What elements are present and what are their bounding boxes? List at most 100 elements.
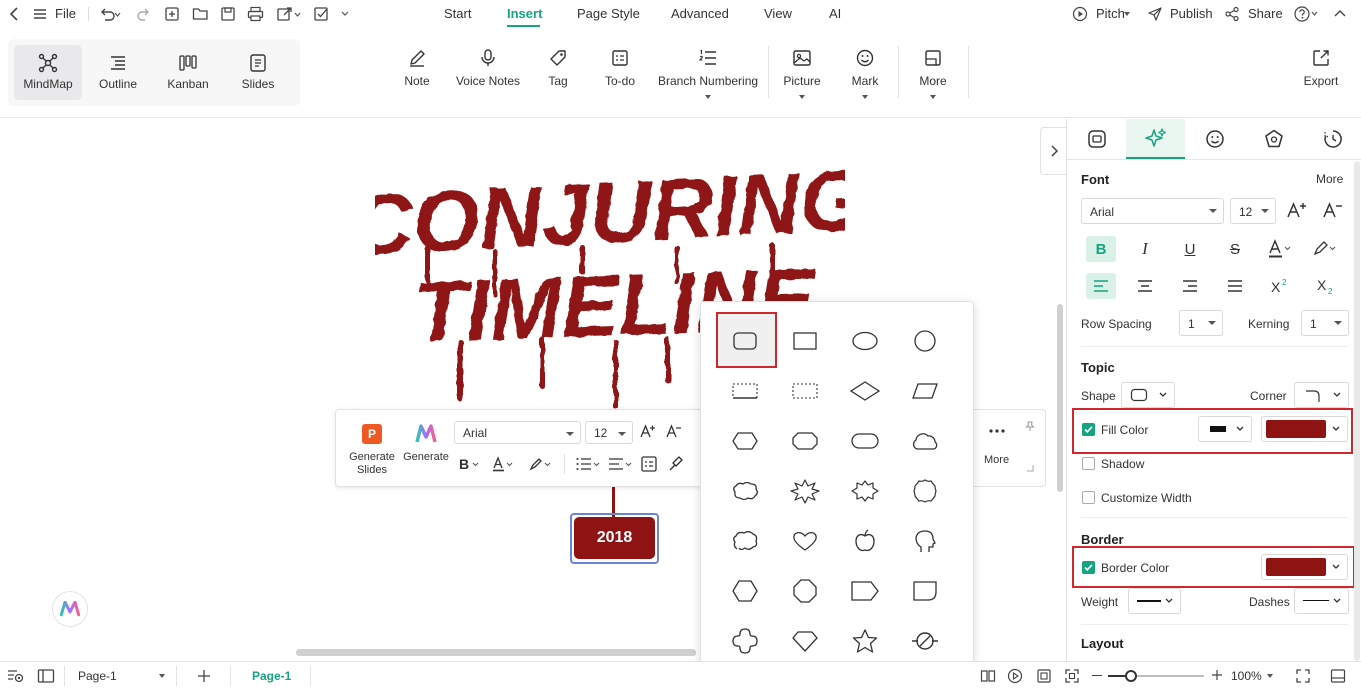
increase-font-size-icon[interactable] bbox=[1287, 201, 1307, 219]
help-icon[interactable] bbox=[1293, 5, 1319, 23]
generate-slides-button[interactable]: P Generate Slides bbox=[344, 424, 400, 477]
italic-button[interactable]: I bbox=[1130, 236, 1160, 262]
shape-cloud[interactable] bbox=[895, 417, 955, 465]
shape-hexagon-wide[interactable] bbox=[715, 417, 775, 465]
zoom-level[interactable]: 100% bbox=[1231, 669, 1262, 683]
tab-start[interactable]: Start bbox=[444, 6, 471, 21]
fullscreen-icon[interactable] bbox=[1295, 668, 1311, 684]
map-overview-icon[interactable] bbox=[7, 668, 25, 684]
hamburger-menu-icon[interactable] bbox=[33, 7, 47, 21]
undo-icon[interactable] bbox=[99, 6, 121, 22]
fill-color-select[interactable] bbox=[1261, 416, 1348, 442]
font-color-icon[interactable] bbox=[492, 456, 516, 472]
publish-icon[interactable] bbox=[1147, 6, 1163, 22]
shape-cross-rounded[interactable] bbox=[715, 617, 775, 665]
mark-caret[interactable] bbox=[862, 95, 868, 99]
panel-tab-format[interactable] bbox=[1126, 119, 1185, 159]
note-button[interactable]: Note bbox=[397, 48, 437, 88]
collapse-ribbon-icon[interactable] bbox=[1333, 7, 1347, 19]
decrease-font-size-icon[interactable] bbox=[1323, 201, 1343, 219]
border-dashes-select[interactable] bbox=[1294, 588, 1349, 614]
new-file-icon[interactable] bbox=[164, 6, 180, 22]
panel-tab-style[interactable] bbox=[1067, 119, 1126, 159]
shape-capsule[interactable] bbox=[835, 417, 895, 465]
share-button[interactable]: Share bbox=[1248, 6, 1283, 21]
back-icon[interactable] bbox=[8, 6, 22, 22]
add-page-icon[interactable] bbox=[196, 668, 212, 684]
border-weight-select[interactable] bbox=[1128, 588, 1181, 614]
corner-select[interactable] bbox=[1294, 382, 1349, 408]
shape-head[interactable] bbox=[895, 517, 955, 565]
row-spacing-select[interactable]: 1 bbox=[1179, 310, 1223, 336]
pin-icon[interactable] bbox=[1024, 420, 1036, 432]
more-caret[interactable] bbox=[930, 95, 936, 99]
voice-notes-button[interactable]: Voice Notes bbox=[455, 48, 521, 88]
file-menu[interactable]: File bbox=[55, 6, 76, 21]
shape-apple[interactable] bbox=[835, 517, 895, 565]
shadow-checkbox[interactable] bbox=[1082, 457, 1095, 470]
tab-insert[interactable]: Insert bbox=[507, 6, 542, 21]
fill-pattern-select[interactable] bbox=[1198, 416, 1252, 442]
tag-button[interactable]: Tag bbox=[540, 48, 576, 88]
panel-scrollbar[interactable] bbox=[1354, 161, 1360, 661]
align-right-button[interactable] bbox=[1175, 273, 1205, 299]
panel-tab-history[interactable] bbox=[1303, 119, 1361, 159]
branch-numbering-caret[interactable] bbox=[705, 95, 711, 99]
float-more-label[interactable]: More bbox=[984, 454, 1009, 466]
subscript-button[interactable]: X2 bbox=[1311, 273, 1341, 299]
branch-numbering-button[interactable]: Branch Numbering bbox=[658, 48, 758, 99]
tab-advanced[interactable]: Advanced bbox=[671, 6, 729, 21]
ai-assistant-logo-icon[interactable] bbox=[52, 591, 88, 627]
fit-page-icon[interactable] bbox=[1036, 668, 1052, 684]
zoom-slider-thumb[interactable] bbox=[1125, 670, 1137, 682]
shape-brain-cloud[interactable] bbox=[715, 517, 775, 565]
decrease-font-icon[interactable] bbox=[666, 423, 682, 439]
vertical-scrollbar[interactable] bbox=[1057, 304, 1063, 492]
shape-octagon[interactable] bbox=[775, 567, 835, 615]
font-family-select[interactable]: Arial bbox=[1081, 198, 1224, 224]
redo-icon[interactable] bbox=[137, 6, 151, 22]
horizontal-scrollbar[interactable] bbox=[296, 649, 696, 656]
panel-expand-chevron-icon[interactable] bbox=[1040, 127, 1066, 175]
shape-none[interactable] bbox=[895, 617, 955, 665]
topic-node-2018[interactable]: 2018 bbox=[574, 517, 655, 559]
shape-rounded-rectangle[interactable] bbox=[715, 317, 775, 365]
tab-view[interactable]: View bbox=[764, 6, 792, 21]
list-style-icon[interactable] bbox=[575, 456, 601, 472]
page-tab-active[interactable]: Page-1 bbox=[252, 669, 291, 683]
page-select[interactable]: Page-1 bbox=[70, 664, 173, 688]
generate-button[interactable]: Generate bbox=[400, 424, 452, 463]
customize-width-checkbox[interactable] bbox=[1082, 491, 1095, 504]
tab-ai[interactable]: AI bbox=[829, 6, 841, 21]
kerning-select[interactable]: 1 bbox=[1301, 310, 1349, 336]
todo-button[interactable]: To-do bbox=[600, 48, 640, 88]
card-icon[interactable] bbox=[640, 455, 658, 473]
export-share-icon[interactable] bbox=[276, 6, 302, 22]
play-slideshow-icon[interactable] bbox=[1007, 668, 1023, 684]
superscript-button[interactable]: X2 bbox=[1265, 273, 1295, 299]
align-center-button[interactable] bbox=[1130, 273, 1160, 299]
tab-page-style[interactable]: Page Style bbox=[577, 6, 640, 21]
format-painter-icon[interactable] bbox=[666, 455, 684, 473]
print-icon[interactable] bbox=[247, 6, 264, 22]
more-button[interactable]: More bbox=[913, 48, 953, 99]
zoom-in-icon[interactable] bbox=[1210, 668, 1224, 682]
zoom-dropdown-caret[interactable] bbox=[1267, 674, 1273, 678]
shape-scalloped-cloud[interactable] bbox=[715, 467, 775, 515]
fullscreen-fit-icon[interactable] bbox=[1064, 668, 1080, 684]
mark-button[interactable]: Mark bbox=[846, 48, 884, 99]
align-left-button[interactable] bbox=[1086, 273, 1116, 299]
shape-heart[interactable] bbox=[775, 517, 835, 565]
pitch-dropdown-caret[interactable] bbox=[1124, 12, 1130, 16]
zoom-out-icon[interactable] bbox=[1092, 675, 1102, 676]
increase-font-icon[interactable] bbox=[640, 423, 656, 439]
text-highlight-icon[interactable] bbox=[1312, 239, 1338, 259]
page-panel-icon[interactable] bbox=[37, 668, 55, 684]
underline-button[interactable]: U bbox=[1175, 236, 1205, 262]
picture-caret[interactable] bbox=[799, 95, 805, 99]
strikethrough-button[interactable]: S bbox=[1220, 236, 1250, 262]
pitch-icon[interactable] bbox=[1072, 6, 1088, 22]
fill-color-checkbox[interactable] bbox=[1082, 423, 1095, 436]
justify-button[interactable] bbox=[1220, 273, 1250, 299]
shape-gem[interactable] bbox=[775, 617, 835, 665]
